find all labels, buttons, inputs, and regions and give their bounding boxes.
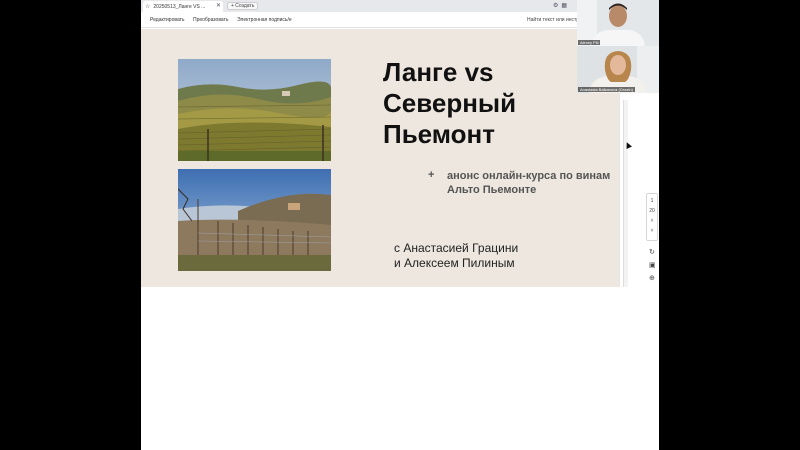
participant-name: Alexey Pili [578,40,601,45]
zoom-icon[interactable]: ⊕ [649,274,655,282]
vineyard-hills-photo [178,59,331,161]
chevron-down-icon[interactable]: ˅ [651,226,654,236]
refresh-icon[interactable]: ↻ [649,248,655,256]
current-page[interactable]: 1 [651,196,654,206]
document-tab[interactable]: ☆ 20250513_Ланге VS ... ✕ [143,1,223,12]
bullet-plus: + [428,169,435,181]
webcam-tile-2: Anastasia Balkanova (Grazin) [577,46,659,93]
save-icon[interactable]: ▣ [649,261,656,269]
title-line: Пьемонт [383,119,495,149]
authors-line: и Алексеем Пилиным [394,256,515,270]
subtitle-line: анонс онлайн-курса по винам [447,170,611,182]
subtitle-line: Альто Пьемонте [447,184,537,196]
participant-name: Anastasia Balkanova (Grazin) [578,87,635,92]
edit-menu[interactable]: Редактировать [150,17,185,23]
blank-page-area [141,287,659,450]
slide: Ланге vs Северный Пьемонт + анонс онлайн… [141,29,619,287]
esign-menu[interactable]: Электронная подпись/е [237,17,292,23]
page-navigator[interactable]: 1 20 ˄ ˅ [646,193,658,241]
authors-line: с Анастасией Грацини [394,241,519,255]
slide-subtitle: анонс онлайн-курса по винам Альто Пьемон… [447,169,622,197]
webcam-woman [577,46,659,93]
apps-grid-icon[interactable]: ▦ [561,3,570,9]
new-tab-button[interactable]: + Создать [227,2,259,10]
chevron-up-icon[interactable]: ˄ [651,216,654,226]
vineyard-winter-photo [178,169,331,271]
search-input[interactable]: Найти текст или инстр [527,17,579,23]
toolbar-icons: ⚙▦ [553,2,570,9]
slide-authors: с Анастасией Грацини и Алексеем Пилиным [394,241,518,271]
webcam-tile-1: Alexey Pili [577,0,659,46]
close-icon[interactable]: ✕ [216,2,221,9]
convert-menu[interactable]: Преобразовать [193,17,229,23]
total-pages: 20 [649,208,655,214]
star-icon[interactable]: ☆ [145,3,150,10]
tab-title: 20250513_Ланге VS ... [153,3,206,10]
scrollbar[interactable] [623,100,628,290]
